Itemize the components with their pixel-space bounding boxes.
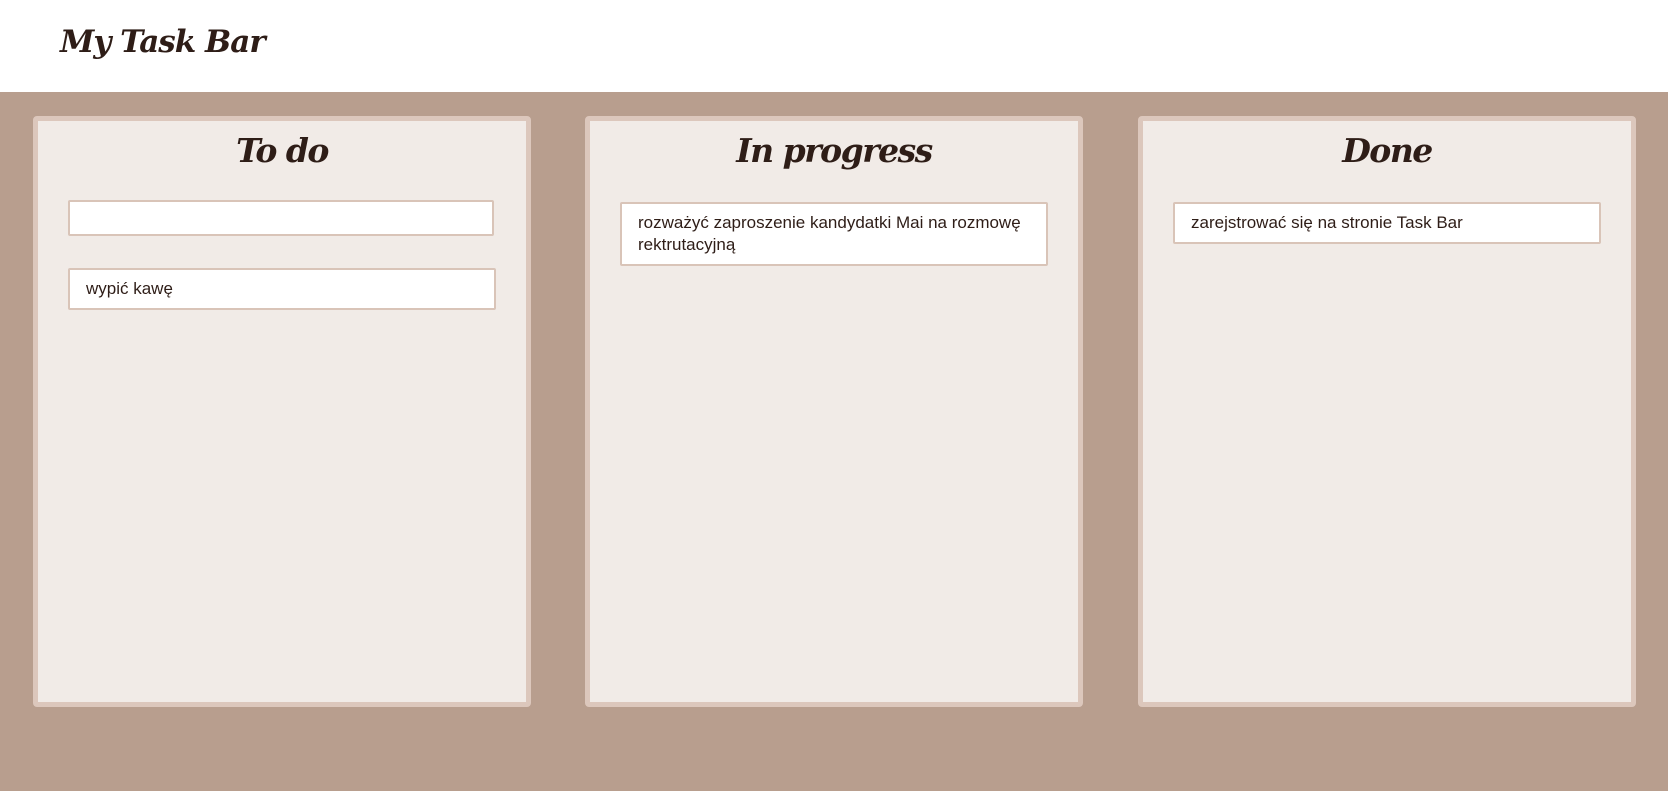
column-title-done: Done xyxy=(1342,131,1433,170)
column-done[interactable]: Done zarejstrować się na stronie Task Ba… xyxy=(1138,116,1636,707)
task-card[interactable]: rozważyć zaproszenie kandydatki Mai na r… xyxy=(620,202,1048,266)
app-header: My Task Bar xyxy=(0,0,1668,92)
column-todo[interactable]: To do wypić kawę xyxy=(33,116,531,707)
task-card[interactable]: wypić kawę xyxy=(68,268,496,310)
column-title-todo: To do xyxy=(236,131,329,170)
task-card[interactable]: zarejstrować się na stronie Task Bar xyxy=(1173,202,1601,244)
column-in-progress[interactable]: In progress rozważyć zaproszenie kandyda… xyxy=(585,116,1083,707)
new-task-input[interactable] xyxy=(68,200,494,236)
column-title-in-progress: In progress xyxy=(736,131,933,170)
app-title: My Task Bar xyxy=(60,24,266,60)
task-board: To do wypić kawę In progress rozważyć za… xyxy=(0,92,1668,791)
